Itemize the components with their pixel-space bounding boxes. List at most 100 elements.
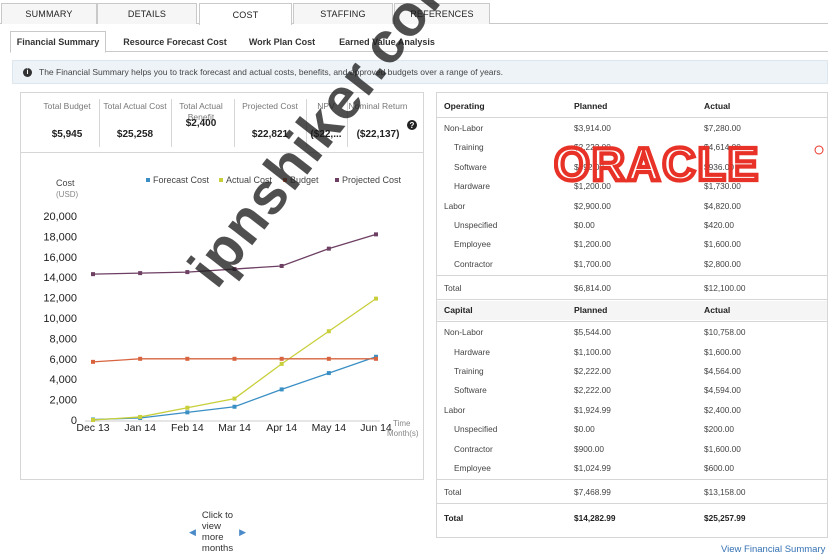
x-tick-label: May 14 [312, 422, 347, 434]
kpi-value: $5,945 [51, 129, 83, 140]
table-row: Employee $1,200.00 $1,600.00 [437, 235, 827, 254]
data-point [374, 356, 378, 361]
y-tick-label: 12,000 [43, 293, 77, 305]
row-label: Employee [454, 239, 491, 250]
tab-details[interactable]: DETAILS [97, 3, 197, 24]
subtab-financial-summary[interactable]: Financial Summary [10, 31, 106, 53]
table-header-cell: Operating [444, 101, 485, 111]
row-planned: $1,024.99 [574, 463, 611, 473]
more-months-control[interactable]: ◀ Click to view more months ▶ [189, 510, 246, 554]
table-header-cell: Actual [704, 101, 731, 111]
kpi-total-budget: Total Budget $5,945 [37, 101, 97, 140]
row-actual: $1,600.00 [704, 443, 741, 454]
row-label: Contractor [454, 258, 493, 269]
data-point [138, 356, 143, 361]
y-tick-label: 6,000 [49, 354, 77, 366]
table-row: Contractor $1,700.00 $2,800.00 [437, 255, 827, 274]
tab-cost[interactable]: COST [199, 3, 292, 25]
legend-swatch [146, 178, 150, 182]
table-total-row: Total $6,814.00 $12,100.00 [437, 279, 827, 298]
info-icon: i [23, 67, 32, 77]
y-tick-label: 8,000 [49, 333, 77, 345]
total-actual: $12,100.00 [704, 283, 746, 294]
table-header-cell: Capital [444, 305, 473, 316]
table-row: Contractor $900.00 $1,600.00 [437, 440, 827, 459]
tab-summary[interactable]: SUMMARY [1, 3, 97, 24]
row-planned: $2,222.00 [574, 366, 611, 376]
row-label: Labor [444, 404, 466, 415]
x-tick-label: Apr 14 [266, 422, 297, 434]
row-planned: $3,914.00 [574, 123, 611, 133]
table-header-cell: Planned [574, 101, 608, 111]
kpi-label: Total Actual Cost [103, 101, 167, 111]
subtab-resource-forecast-cost[interactable]: Resource Forecast Cost [116, 31, 234, 52]
total-planned: $6,814.00 [574, 283, 611, 294]
grand-total-label: Total [444, 513, 464, 524]
data-point [279, 387, 284, 392]
view-financial-summary-link[interactable]: View Financial Summary [721, 544, 825, 555]
table-divider [437, 479, 827, 481]
row-planned: $1,924.99 [574, 404, 611, 415]
table-row: Training $2,222.00 $4,564.00 [437, 362, 827, 381]
help-icon[interactable]: ? [407, 120, 417, 130]
data-point [185, 410, 190, 415]
data-point [232, 396, 237, 401]
table-row: Labor $1,924.99 $2,400.00 [437, 401, 827, 420]
chevron-right-icon[interactable]: ▶ [239, 527, 246, 538]
row-label: Labor [444, 200, 466, 211]
data-point [326, 371, 331, 376]
grand-total-planned: $14,282.99 [574, 513, 616, 524]
row-label: Software [454, 161, 487, 172]
data-point [374, 296, 378, 301]
row-actual: $2,400.00 [704, 404, 741, 415]
table-row: Employee $1,024.99 $600.00 [437, 459, 827, 478]
row-planned: $900.00 [574, 443, 604, 454]
row-planned: $1,100.00 [574, 346, 611, 357]
total-actual: $13,158.00 [704, 487, 746, 498]
oracle-logo-text: ORACLE [554, 140, 760, 188]
row-actual: $1,600.00 [704, 346, 741, 357]
data-point [91, 418, 95, 422]
data-point [326, 246, 331, 251]
subtab-work-plan-cost[interactable]: Work Plan Cost [242, 31, 322, 52]
row-planned: $1,700.00 [574, 258, 611, 269]
data-point [374, 232, 378, 237]
x-axis-label: Time Month(s) [387, 419, 419, 438]
row-actual: $7,280.00 [704, 123, 741, 133]
row-label: Training [454, 366, 484, 376]
data-point [279, 263, 284, 268]
total-label: Total [444, 283, 462, 294]
table-total-row: Total $7,468.99 $13,158.00 [437, 483, 827, 502]
data-point [232, 404, 237, 409]
y-axis-label: Cost (USD) [56, 178, 79, 199]
row-label: Non-Labor [444, 123, 484, 133]
chevron-left-icon[interactable]: ◀ [189, 527, 196, 538]
data-point [185, 356, 190, 361]
y-tick-label: 20,000 [43, 211, 77, 223]
series-line-0 [92, 356, 377, 421]
data-point [232, 356, 237, 361]
row-planned: $2,900.00 [574, 200, 611, 211]
x-tick-label: Feb 14 [171, 422, 204, 434]
y-tick-label: 2,000 [49, 395, 77, 407]
x-tick-label: Dec 13 [76, 422, 109, 434]
table-divider [437, 321, 827, 323]
y-tick-label: 4,000 [49, 374, 77, 386]
legend-item-label: Projected Cost [342, 175, 402, 185]
row-actual: $1,600.00 [704, 239, 741, 250]
more-months-label[interactable]: Click to view more months [202, 510, 233, 554]
legend-swatch [335, 178, 339, 182]
legend-swatch [219, 178, 223, 182]
data-point [279, 361, 284, 366]
row-actual: $420.00 [704, 220, 734, 230]
row-actual: $4,820.00 [704, 200, 741, 211]
x-tick-label: Jan 14 [124, 422, 156, 434]
y-tick-label: 16,000 [43, 252, 77, 264]
y-tick-label: 10,000 [43, 313, 77, 325]
row-actual: $600.00 [704, 463, 734, 473]
table-divider [437, 299, 827, 301]
table-divider [437, 275, 827, 277]
table-row: Unspecified $0.00 $200.00 [437, 420, 827, 439]
data-point [91, 272, 95, 277]
total-label: Total [444, 487, 462, 498]
